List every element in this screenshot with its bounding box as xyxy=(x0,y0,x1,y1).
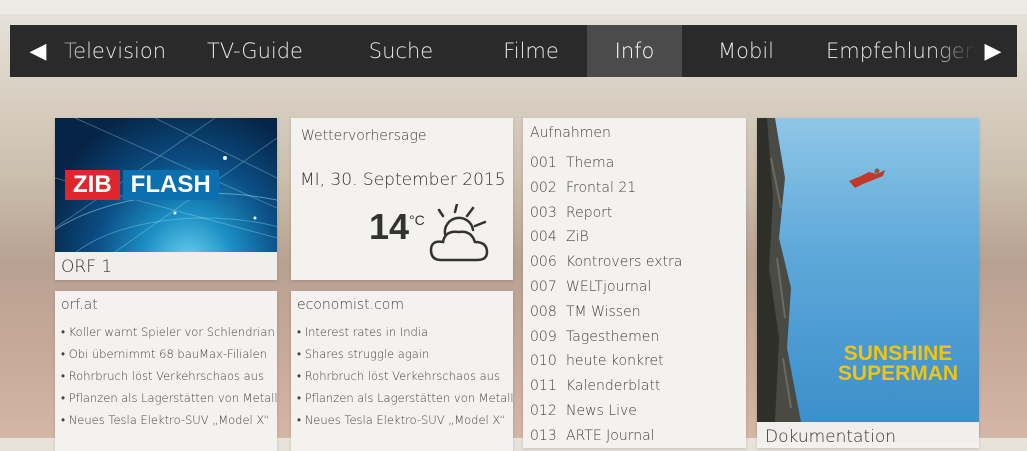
recording-name: Kontrovers extra xyxy=(566,254,683,271)
weather-temperature: 14°C xyxy=(369,206,425,248)
temperature-unit: °C xyxy=(409,212,425,228)
nav-item-info[interactable]: Info xyxy=(587,25,682,77)
weather-date: MI, 30. September 2015 xyxy=(300,170,506,190)
recording-number: 009 xyxy=(530,328,557,345)
recording-name: heute konkret xyxy=(566,353,664,370)
zib-flash-thumbnail: ZIB FLASH xyxy=(55,118,277,252)
nav-item-mobil[interactable]: Mobil xyxy=(696,25,796,77)
news-list-economist: Interest rates in India Shares struggle … xyxy=(297,321,513,431)
recording-name: Tagesthemen xyxy=(566,328,660,345)
weather-title: Wettervorhersage xyxy=(301,128,427,144)
nav-left-arrow-icon[interactable]: ◀ xyxy=(18,25,58,77)
recording-name: ZiB xyxy=(566,229,589,246)
recording-number: 002 xyxy=(530,179,557,196)
recording-item[interactable]: 003 Report xyxy=(530,201,746,226)
recording-number: 003 xyxy=(530,204,557,221)
temperature-value: 14 xyxy=(369,206,410,247)
news-tile-economist[interactable]: economist.com Interest rates in India Sh… xyxy=(291,291,513,451)
recording-number: 012 xyxy=(530,402,557,419)
recording-item[interactable]: 004 ZiB xyxy=(530,225,746,250)
recordings-tile[interactable]: Aufnahmen 001 Thema 002 Frontal 21 003 Report… xyxy=(523,118,746,448)
partly-cloudy-icon xyxy=(429,204,489,262)
weather-tile[interactable]: Wettervorhersage MI, 30. September 2015 … xyxy=(291,118,513,280)
recording-item[interactable]: 011 Kalenderblatt xyxy=(530,374,746,399)
nav-right-arrow-icon[interactable]: ▶ xyxy=(973,25,1013,77)
recordings-title: Aufnahmen xyxy=(530,125,611,141)
zib-channel-caption: ORF 1 xyxy=(55,252,277,280)
recording-name: Report xyxy=(566,204,613,221)
recording-item[interactable]: 009 Tagesthemen xyxy=(530,325,746,350)
nav-item-suche[interactable]: Suche xyxy=(346,25,456,77)
poster-title-line2: SUPERMAN xyxy=(837,362,959,385)
news-item[interactable]: Neues Tesla Elektro-SUV „Model X“ xyxy=(61,409,277,431)
poster-title: SUNSHINE SUPERMAN xyxy=(823,342,973,385)
sunshine-superman-poster: SUNSHINE SUPERMAN xyxy=(757,118,979,422)
recording-item[interactable]: 012 News Live xyxy=(530,399,746,424)
news-item[interactable]: Interest rates in India xyxy=(297,321,513,343)
poster-caption: Dokumentation xyxy=(757,422,979,447)
nav-item-television[interactable]: Television xyxy=(40,25,190,77)
recording-item[interactable]: 013 ARTE Journal xyxy=(530,424,746,448)
news-item[interactable]: Pflanzen als Lagerstätten von Metall xyxy=(61,387,277,409)
zib-flash-tile[interactable]: ZIB FLASH ORF 1 xyxy=(55,118,277,280)
recording-item[interactable]: 010 heute konkret xyxy=(530,349,746,374)
recording-item[interactable]: 002 Frontal 21 xyxy=(530,176,746,201)
recording-item[interactable]: 007 WELTjournal xyxy=(530,275,746,300)
nav-item-filme[interactable]: Filme xyxy=(476,25,586,77)
recording-number: 013 xyxy=(530,427,557,444)
recording-name: News Live xyxy=(566,402,637,419)
poster-title-line1: SUNSHINE xyxy=(843,342,953,365)
recording-item[interactable]: 008 TM Wissen xyxy=(530,300,746,325)
news-list-orf: Koller warnt Spieler vor Schlendrian Obi… xyxy=(61,321,277,431)
news-item[interactable]: Rohrbruch löst Verkehrschaos aus xyxy=(61,365,277,387)
recording-number: 004 xyxy=(530,229,557,246)
news-item[interactable]: Pflanzen als Lagerstätten von Metall xyxy=(297,387,513,409)
news-source-orf: orf.at xyxy=(61,297,98,313)
recording-number: 010 xyxy=(530,353,557,370)
recording-number: 001 xyxy=(530,155,557,171)
recording-name: Frontal 21 xyxy=(566,179,637,196)
recording-name: TM Wissen xyxy=(566,303,641,320)
documentary-poster-tile[interactable]: SUNSHINE SUPERMAN Dokumentation xyxy=(757,118,979,448)
recording-name: Thema xyxy=(566,155,615,171)
recording-number: 011 xyxy=(530,378,557,395)
recording-item[interactable]: 006 Kontrovers extra xyxy=(530,250,746,275)
nav-item-empfehlungen[interactable]: Empfehlungen xyxy=(826,25,978,77)
news-tile-orf[interactable]: orf.at Koller warnt Spieler vor Schlendr… xyxy=(55,291,277,451)
recording-name: Kalenderblatt xyxy=(566,378,661,395)
zib-flash-logo: ZIB FLASH xyxy=(65,170,219,200)
main-nav-bar: ◀ Television TV-Guide Suche Filme Info M… xyxy=(10,25,1017,77)
recording-name: ARTE Journal xyxy=(566,427,655,444)
recordings-list: 001 Thema 002 Frontal 21 003 Report 004 ZiB 006 K… xyxy=(530,151,746,448)
recording-name: WELTjournal xyxy=(566,278,652,295)
news-item[interactable]: Shares struggle again xyxy=(297,343,513,365)
recording-item[interactable]: 001 Thema xyxy=(530,151,746,176)
news-item[interactable]: Neues Tesla Elektro-SUV „Model X“ xyxy=(297,409,513,431)
news-source-economist: economist.com xyxy=(297,297,404,313)
recording-number: 008 xyxy=(530,303,557,320)
news-item[interactable]: Obi übernimmt 68 bauMax-Filialen xyxy=(61,343,277,365)
nav-item-tv-guide[interactable]: TV-Guide xyxy=(200,25,310,77)
news-item[interactable]: Rohrbruch löst Verkehrschaos aus xyxy=(297,365,513,387)
recording-number: 006 xyxy=(530,254,557,271)
top-strip xyxy=(0,0,1027,14)
news-item[interactable]: Koller warnt Spieler vor Schlendrian xyxy=(61,321,277,343)
recording-number: 007 xyxy=(530,278,557,295)
